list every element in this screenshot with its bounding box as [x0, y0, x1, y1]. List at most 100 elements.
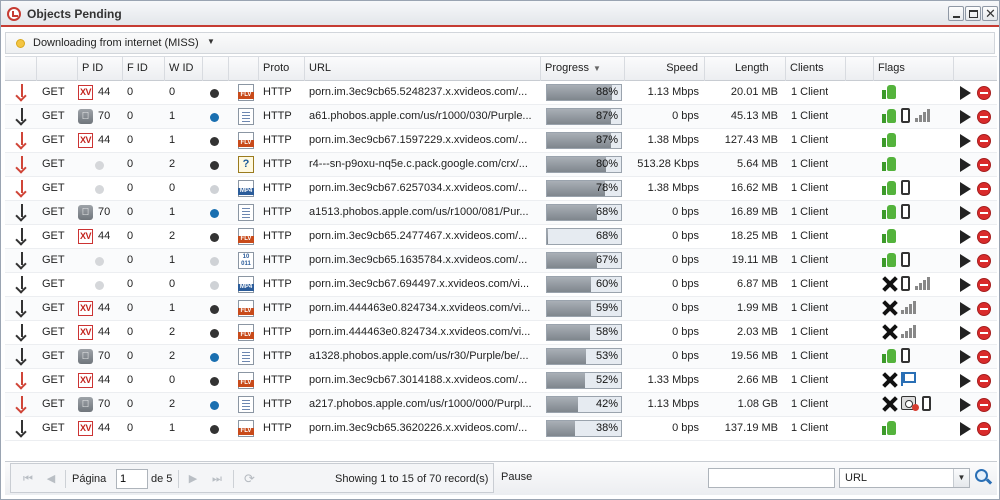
- col-wstate[interactable]: [203, 57, 229, 81]
- table-row[interactable]: GET XV 44 0 2 FLV HTTP porn.im.3ec9cb65.2477467…: [5, 225, 997, 249]
- stop-icon[interactable]: [977, 158, 991, 172]
- stop-icon[interactable]: [977, 278, 991, 292]
- play-icon[interactable]: [960, 230, 971, 244]
- next-page-icon[interactable]: ▶: [186, 472, 200, 486]
- x-mark-icon: [882, 396, 897, 412]
- play-icon[interactable]: [960, 134, 971, 148]
- download-arrow-head: [15, 402, 27, 414]
- maximize-button[interactable]: [965, 6, 981, 21]
- xvideos-icon: XV: [78, 421, 93, 436]
- col-method[interactable]: [37, 57, 78, 81]
- stop-icon[interactable]: [977, 182, 991, 196]
- col-fid[interactable]: F ID: [123, 57, 165, 81]
- stop-icon[interactable]: [977, 302, 991, 316]
- wid-cell: 0: [169, 182, 176, 194]
- table-row[interactable]: GET XV 44 0 0 FLV HTTP porn.im.3ec9cb65.5248237…: [5, 81, 997, 105]
- table-row[interactable]: GET 0 0 MP4 HTTP porn.im.3ec9cb67.6257034.x.x…: [5, 177, 997, 201]
- worker-state-icon: [210, 329, 219, 338]
- first-page-icon[interactable]: ⏮: [21, 472, 35, 486]
- progress-bar: 78%: [546, 180, 622, 197]
- play-icon[interactable]: [960, 254, 971, 268]
- flv-file-icon: FLV: [238, 228, 254, 245]
- col-length[interactable]: Length: [705, 57, 786, 81]
- stop-icon[interactable]: [977, 206, 991, 220]
- table-row[interactable]: GET XV 44 0 2 FLV HTTP porn.im.444463e0.824734.…: [5, 321, 997, 345]
- stop-icon[interactable]: [977, 134, 991, 148]
- speed-cell: 0 bps: [672, 278, 699, 290]
- stop-icon[interactable]: [977, 110, 991, 124]
- wid-cell: 0: [169, 86, 176, 98]
- download-arrow-head: [15, 114, 27, 126]
- play-icon[interactable]: [960, 422, 971, 436]
- table-row[interactable]: GET 0 2? HTTP r4---sn-p9oxu-nq5e.c.pack.goog…: [5, 153, 997, 177]
- table-row[interactable]: GET  70 0 2 HTTP a217.phobos.apple.com/us/r10…: [5, 393, 997, 417]
- table-row[interactable]: GET  70 0 1 HTTP a1513.phobos.apple.com/us/r1…: [5, 201, 997, 225]
- col-proto[interactable]: Proto: [259, 57, 305, 81]
- col-type[interactable]: [229, 57, 259, 81]
- col-speed[interactable]: Speed: [625, 57, 705, 81]
- play-icon[interactable]: [960, 206, 971, 220]
- stop-icon[interactable]: [977, 326, 991, 340]
- speed-cell: 1.38 Mbps: [647, 134, 699, 146]
- last-page-icon[interactable]: ⏭: [210, 472, 224, 486]
- play-icon[interactable]: [960, 278, 971, 292]
- worker-state-icon: [210, 113, 219, 122]
- status-filter-dropdown[interactable]: Downloading from internet (MISS) ▼: [5, 32, 995, 54]
- clients-cell: 1 Client: [791, 278, 829, 290]
- play-icon[interactable]: [960, 350, 971, 364]
- stop-icon[interactable]: [977, 254, 991, 268]
- close-button[interactable]: ✕: [982, 6, 998, 21]
- table-row[interactable]: GET  70 0 2 HTTP a1328.phobos.apple.com/us/r3…: [5, 345, 997, 369]
- table-row[interactable]: GET XV 44 0 1 FLV HTTP porn.im.444463e0.824734.…: [5, 297, 997, 321]
- prev-page-icon[interactable]: ◀: [44, 472, 58, 486]
- play-icon[interactable]: [960, 110, 971, 124]
- search-input[interactable]: [708, 468, 835, 488]
- flv-label: FLV: [238, 380, 254, 387]
- progress-fill: [547, 397, 578, 412]
- col-url[interactable]: URL: [305, 57, 541, 81]
- search-button[interactable]: [975, 469, 993, 486]
- pid-cell: 44: [98, 374, 111, 386]
- col-progress[interactable]: Progress ▼: [541, 57, 625, 81]
- table-row[interactable]: GET 0 0 MP4 HTTP porn.im.3ec9cb67.694497.x.xv…: [5, 273, 997, 297]
- fid-cell: 0: [127, 350, 134, 362]
- stop-icon[interactable]: [977, 350, 991, 364]
- method-cell: GET: [42, 182, 65, 194]
- stop-icon[interactable]: [977, 86, 991, 100]
- search-field-select[interactable]: URL ▼: [839, 468, 970, 488]
- col-pid[interactable]: P ID: [78, 57, 123, 81]
- play-icon[interactable]: [960, 374, 971, 388]
- col-flags[interactable]: Flags: [874, 57, 954, 81]
- col-clients[interactable]: Clients: [786, 57, 846, 81]
- col-direction[interactable]: [5, 57, 37, 81]
- worker-state-icon: [210, 401, 219, 410]
- refresh-icon[interactable]: ⟳: [244, 472, 255, 486]
- play-icon[interactable]: [960, 86, 971, 100]
- page-number-input[interactable]: [116, 469, 148, 489]
- download-arrow-head: [15, 282, 27, 294]
- play-icon[interactable]: [960, 326, 971, 340]
- stop-icon[interactable]: [977, 374, 991, 388]
- stop-icon[interactable]: [977, 422, 991, 436]
- table-row[interactable]: GET XV 44 0 1 FLV HTTP porn.im.3ec9cb67.1597229…: [5, 129, 997, 153]
- stop-icon[interactable]: [977, 398, 991, 412]
- clients-cell: 1 Client: [791, 206, 829, 218]
- col-wid[interactable]: W ID: [165, 57, 203, 81]
- clients-cell: 1 Client: [791, 254, 829, 266]
- worker-state-icon: [210, 425, 219, 434]
- download-arrow-icon: [15, 180, 29, 198]
- table-row[interactable]: GET XV 44 0 0 FLV HTTP porn.im.3ec9cb67.3014188…: [5, 369, 997, 393]
- worker-state-icon: [210, 161, 219, 170]
- fid-cell: 0: [127, 398, 134, 410]
- table-row[interactable]: GET XV 44 0 1 FLV HTTP porn.im.3ec9cb65.3620226…: [5, 417, 997, 441]
- table-row[interactable]: GET  70 0 1 HTTP a61.phobos.apple.com/us/r100…: [5, 105, 997, 129]
- minimize-button[interactable]: [948, 6, 964, 21]
- play-icon[interactable]: [960, 182, 971, 196]
- pause-button[interactable]: Pause: [501, 471, 532, 483]
- play-icon[interactable]: [960, 398, 971, 412]
- progress-fill: [547, 277, 591, 292]
- play-icon[interactable]: [960, 302, 971, 316]
- play-icon[interactable]: [960, 158, 971, 172]
- table-row[interactable]: GET 0 1 10 011 HTTP porn.im.3ec9cb65.1635784.…: [5, 249, 997, 273]
- stop-icon[interactable]: [977, 230, 991, 244]
